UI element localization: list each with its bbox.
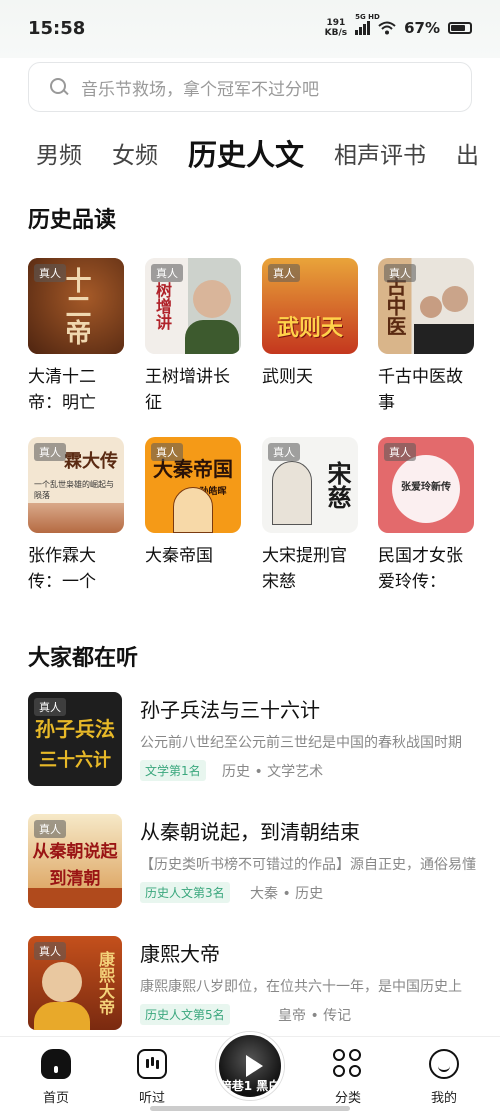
book-cover: 真人 霖大传 一个乱世枭雄的崛起与陨落 [28,437,124,533]
book-card[interactable]: 真人 树增讲 王树增讲长征 [145,258,241,416]
list-item[interactable]: 真人 从秦朝说起 到清朝 从秦朝说起，到清朝结束 【历史类听书榜不可错过的作品】… [28,814,476,910]
book-cover: 真人 宋慈 [262,437,358,533]
play-icon [246,1055,263,1077]
real-person-badge: 真人 [151,264,183,282]
book-title: 武则天 [262,367,313,387]
nav-me[interactable]: 我的 [414,1049,474,1106]
real-person-badge: 真人 [151,443,183,461]
now-playing-disc[interactable]: 暗巷1 黑白 [216,1032,284,1100]
tab-history-culture[interactable]: 历史人文 [188,132,304,174]
book-cover: 真人 康熙大帝 [28,936,122,1030]
list-title: 从秦朝说起，到清朝结束 [140,820,360,844]
network-speed: 191 KB/s [324,18,348,38]
real-person-badge: 真人 [34,942,66,960]
book-title: 大宋提刑官宋慈 [262,546,347,592]
list-item[interactable]: 真人 康熙大帝 康熙大帝 康熙康熙八岁即位，在位共六十一年，是中国历史上 历史人… [28,936,476,1032]
book-card[interactable]: 真人 大秦帝国 孙皓晖 大秦帝国 [145,437,241,595]
book-cover: 真人 孙子兵法 三十六计 [28,692,122,786]
home-indicator[interactable] [150,1106,350,1111]
status-bar: 15:58 191 KB/s 5G HD 67% [0,0,500,58]
list-item[interactable]: 真人 孙子兵法 三十六计 孙子兵法与三十六计 公元前八世纪至公元前三世纪是中国的… [28,692,476,788]
status-icons: 191 KB/s 5G HD 67% [324,13,472,38]
tab-male[interactable]: 男频 [36,136,82,170]
search-icon [49,77,69,97]
book-title: 王树增讲长征 [145,367,230,413]
home-icon [41,1049,71,1079]
real-person-badge: 真人 [268,264,300,282]
rank-tag: 历史人文第5名 [140,1004,230,1025]
list-description: 公元前八世纪至公元前三世纪是中国的春秋战国时期 [140,735,462,751]
audio-history-icon [137,1049,167,1079]
real-person-badge: 真人 [34,698,66,716]
book-title: 张作霖大传：一个 [28,546,96,592]
real-person-badge: 真人 [384,443,416,461]
list-title: 孙子兵法与三十六计 [140,698,320,722]
list-meta: 皇帝 • 传记 [278,1008,352,1024]
section-title-popular: 大家都在听 [28,646,139,671]
tab-more[interactable]: 出 [456,136,479,170]
signal-icon: 5G HD [355,13,380,35]
rank-tag: 历史人文第3名 [140,882,230,903]
real-person-badge: 真人 [34,820,66,838]
category-tabs: 男频 女频 历史人文 相声评书 出 [36,128,500,178]
real-person-badge: 真人 [34,443,66,461]
book-cover: 真人 从秦朝说起 到清朝 [28,814,122,908]
list-description: 【历史类听书榜不可错过的作品】源自正史，通俗易懂 [140,857,476,873]
tab-history-label: 历史人文 [188,138,305,172]
book-cover: 真人 古中医 [378,258,474,354]
battery-icon [448,22,472,34]
book-cover: 真人 树增讲 [145,258,241,354]
status-time: 15:58 [28,18,86,39]
rank-tag: 文学第1名 [140,760,206,781]
book-cover: 真人 大秦帝国 孙皓晖 [145,437,241,533]
list-description: 康熙康熙八岁即位，在位共六十一年，是中国历史上 [140,979,462,995]
smile-profile-icon [429,1049,459,1079]
nav-me-label: 我的 [430,1091,457,1106]
real-person-badge: 真人 [34,264,66,282]
book-card[interactable]: 真人 张爱玲新传 民国才女张爱玲传： [378,437,474,595]
section-title-history: 历史品读 [28,208,117,233]
nav-listened[interactable]: 听过 [122,1049,182,1106]
category-grid-icon [333,1049,363,1079]
book-cover: 真人 张爱玲新传 [378,437,474,533]
book-title: 民国才女张爱玲传： [378,546,463,592]
book-title: 大清十二帝：明亡 [28,367,96,413]
wifi-icon [378,21,396,35]
tab-crosstalk[interactable]: 相声评书 [334,136,426,170]
book-title: 千古中医故事 [378,367,463,413]
book-card[interactable]: 真人 宋慈 大宋提刑官宋慈 [262,437,358,595]
book-cover: 真人 十二帝 [28,258,124,354]
nav-home-label: 首页 [42,1091,69,1106]
list-title: 康熙大帝 [140,942,220,966]
battery-percent: 67% [404,19,440,37]
nav-listened-label: 听过 [138,1091,165,1106]
nav-category[interactable]: 分类 [318,1049,378,1106]
book-card[interactable]: 真人 武则天 武则天 [262,258,358,416]
tab-female[interactable]: 女频 [112,136,158,170]
list-meta: 历史 • 文学艺术 [222,764,324,780]
book-card[interactable]: 真人 古中医 千古中医故事 [378,258,474,416]
now-playing-title: 暗巷1 黑白 [219,1079,281,1093]
real-person-badge: 真人 [384,264,416,282]
book-card[interactable]: 真人 霖大传 一个乱世枭雄的崛起与陨落 张作霖大传：一个 [28,437,124,595]
book-title: 大秦帝国 [145,546,213,566]
book-card[interactable]: 真人 十二帝 大清十二帝：明亡 [28,258,124,416]
nav-category-label: 分类 [334,1091,361,1106]
search-bar[interactable]: 音乐节救场，拿个冠军不过分吧 [28,62,472,112]
real-person-badge: 真人 [268,443,300,461]
book-cover: 真人 武则天 [262,258,358,354]
list-meta: 大秦 • 历史 [250,886,324,902]
search-placeholder: 音乐节救场，拿个冠军不过分吧 [81,79,319,100]
nav-home[interactable]: 首页 [26,1049,86,1106]
